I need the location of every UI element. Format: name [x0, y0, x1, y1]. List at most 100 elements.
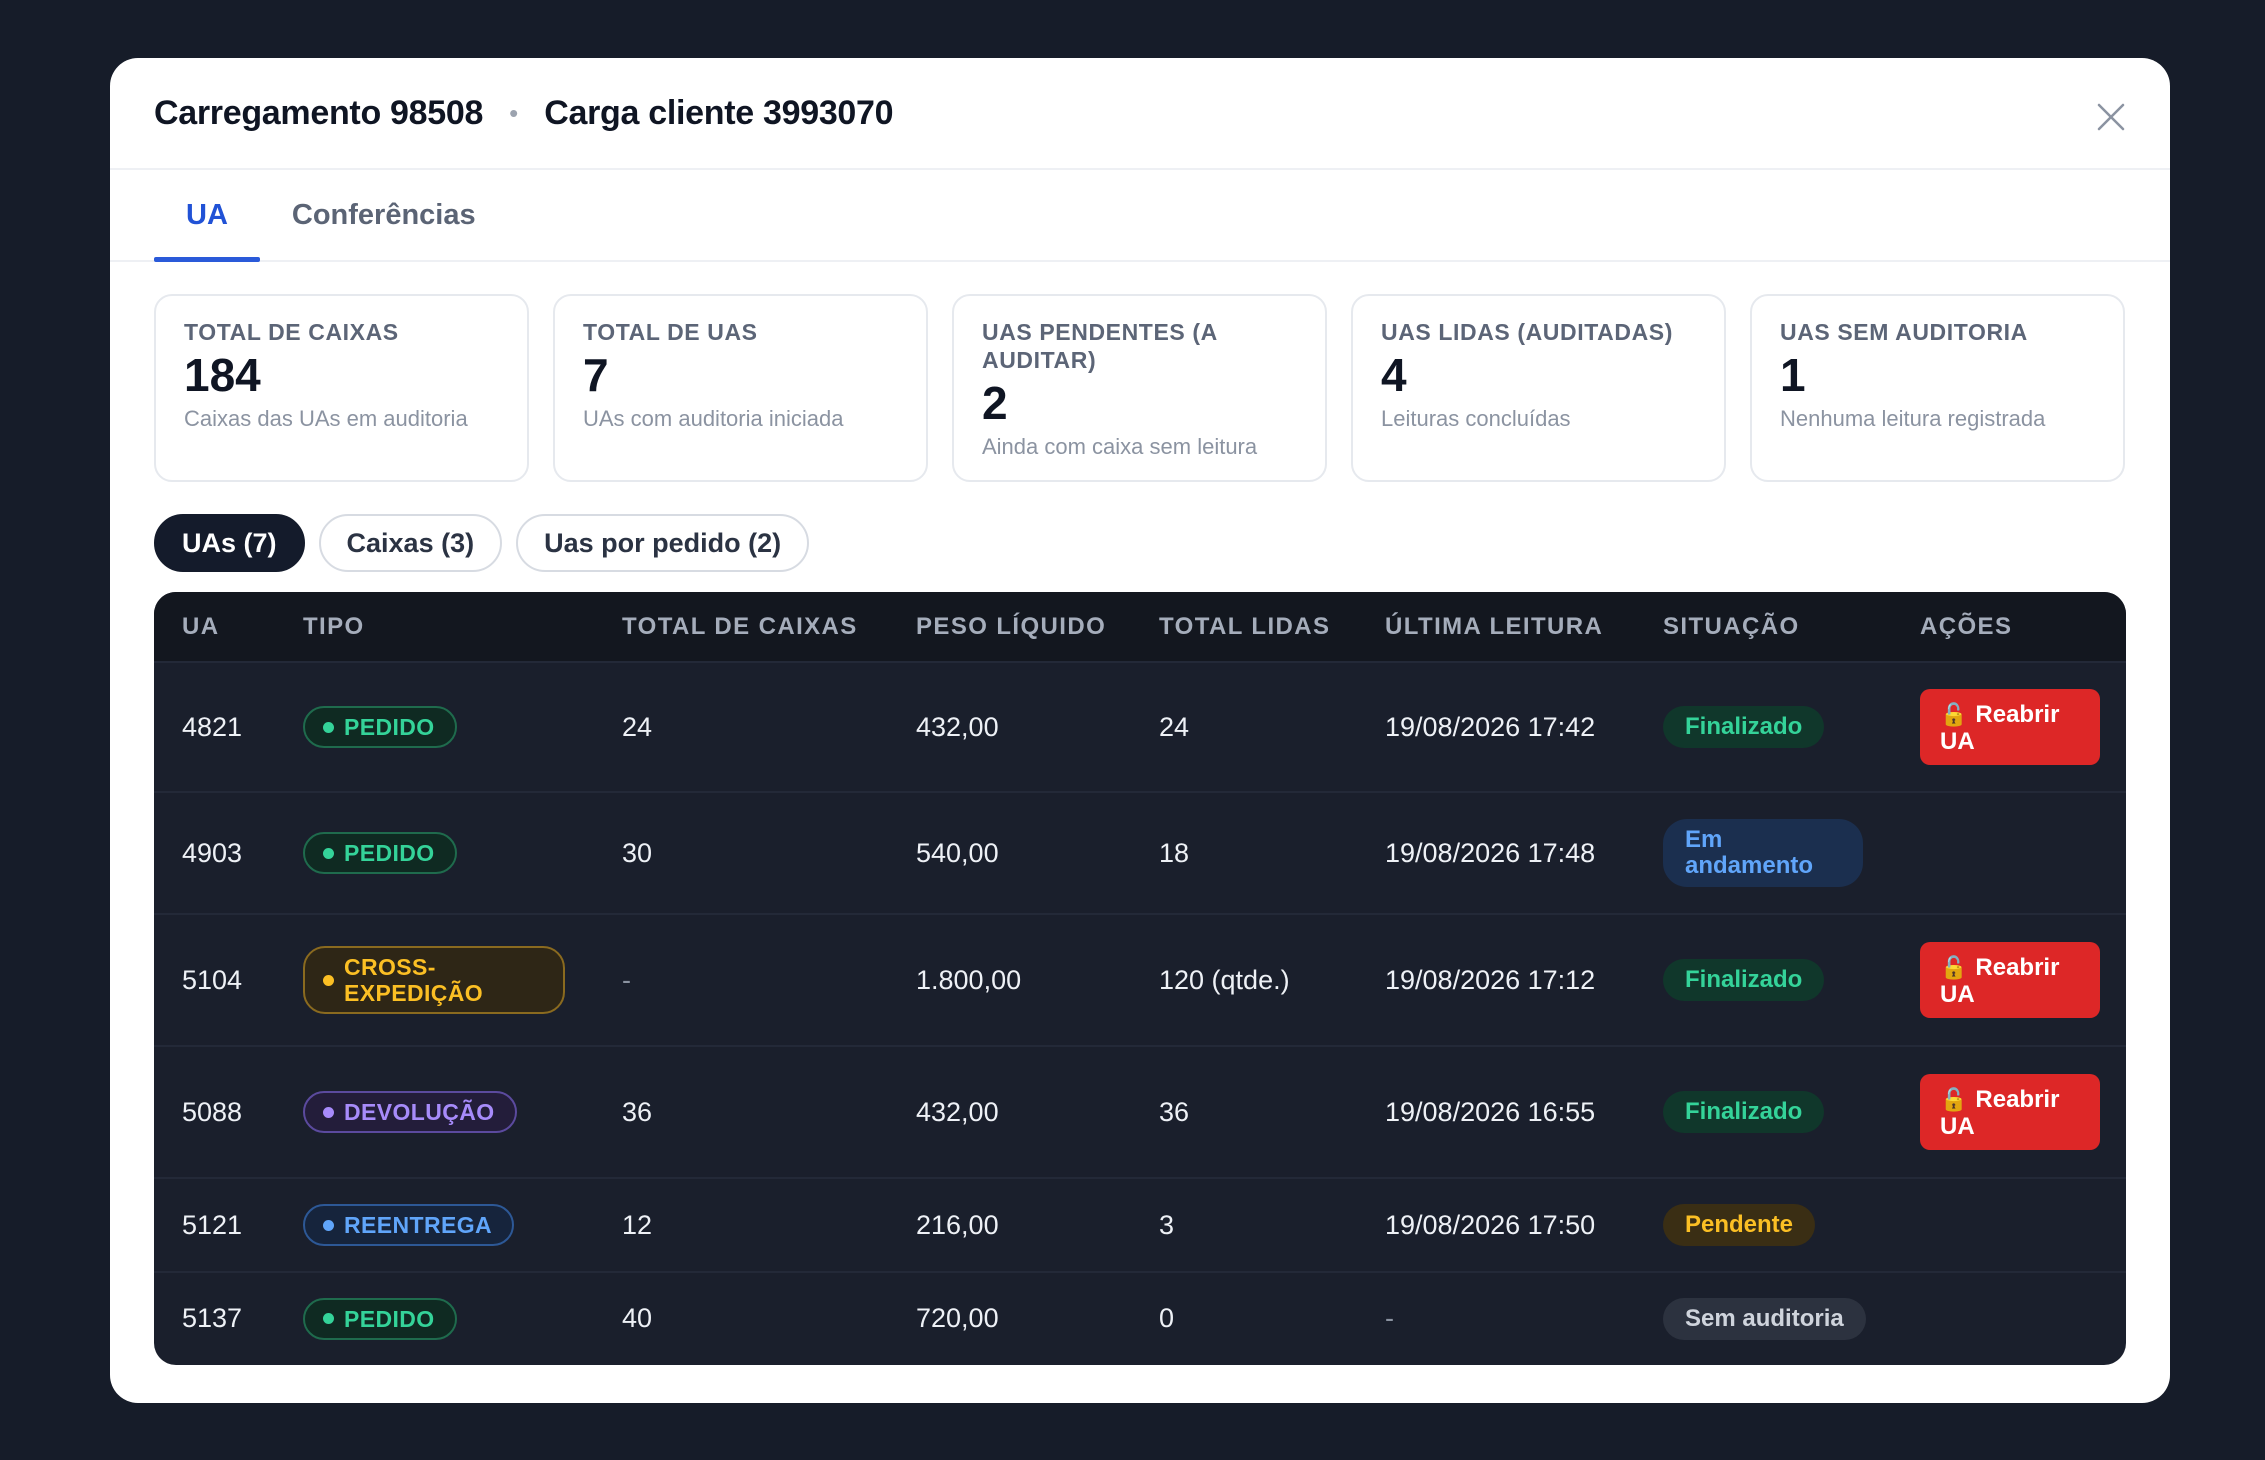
page-title-client-load: Carga cliente 3993070 [544, 93, 894, 132]
cell-situacao: Sem auditoria [1635, 1271, 1892, 1364]
column-header-acoes: AÇÕES [1892, 592, 2126, 662]
cell-ua: 5088 [154, 1045, 275, 1178]
cell-total-caixas: 36 [594, 1045, 888, 1178]
table-header-row: UA TIPO TOTAL DE CAIXAS PESO LÍQUIDO TOT… [154, 592, 2126, 662]
filter-pills: UAs (7) Caixas (3) Uas por pedido (2) [110, 482, 2170, 572]
cell-ultima-leitura: - [1357, 1271, 1635, 1364]
stat-card-uas-lidas: UAS LIDAS (AUDITADAS) 4 Leituras concluí… [1351, 294, 1726, 482]
cell-acoes: 🔓 Reabrir UA [1892, 913, 2126, 1046]
cell-ultima-leitura: 19/08/2026 17:48 [1357, 791, 1635, 914]
table-row[interactable]: 4821 PEDIDO 24 432,00 24 19/08/2026 17:4… [154, 661, 2126, 792]
table-row[interactable]: 5121 REENTREGA 12 216,00 3 19/08/2026 17… [154, 1177, 2126, 1272]
status-dot-icon [323, 1219, 334, 1231]
modal-header: Carregamento 98508 • Carga cliente 39930… [110, 58, 2170, 170]
stat-subtitle: Nenhuma leitura registrada [1780, 406, 2046, 431]
status-badge: Finalizado [1663, 706, 1825, 748]
column-header-situacao[interactable]: SITUAÇÃO [1635, 592, 1892, 662]
stat-subtitle: Leituras concluídas [1381, 406, 1571, 431]
cell-ultima-leitura: 19/08/2026 17:12 [1357, 913, 1635, 1046]
table-row[interactable]: 5088 DEVOLUÇÃO 36 432,00 36 19/08/2026 1… [154, 1045, 2126, 1178]
stat-subtitle: Ainda com caixa sem leitura [982, 434, 1258, 459]
cell-total-caixas: 24 [594, 661, 888, 792]
ua-table-container: UA TIPO TOTAL DE CAIXAS PESO LÍQUIDO TOT… [154, 592, 2126, 1365]
cell-ultima-leitura: 19/08/2026 16:55 [1357, 1045, 1635, 1178]
tipo-badge-label: PEDIDO [344, 840, 435, 866]
cell-situacao: Em andamento [1635, 791, 1892, 914]
cell-peso-liquido: 1.800,00 [888, 913, 1131, 1046]
stat-label: TOTAL DE UAS [583, 319, 758, 345]
table-row[interactable]: 4903 PEDIDO 30 540,00 18 19/08/2026 17:4… [154, 791, 2126, 914]
column-header-tipo[interactable]: TIPO [275, 592, 594, 662]
column-header-total-caixas[interactable]: TOTAL DE CAIXAS [594, 592, 888, 662]
cell-total-lidas: 0 [1131, 1271, 1357, 1364]
cell-ultima-leitura: 19/08/2026 17:50 [1357, 1177, 1635, 1272]
cell-ua: 5121 [154, 1177, 275, 1272]
stat-card-total-caixas: TOTAL DE CAIXAS 184 Caixas das UAs em au… [154, 294, 529, 482]
stat-value: 184 [184, 349, 261, 401]
tipo-badge: DEVOLUÇÃO [303, 1091, 517, 1133]
stat-card-uas-pendentes: UAS PENDENTES (A AUDITAR) 2 Ainda com ca… [952, 294, 1327, 482]
tipo-badge: PEDIDO [303, 1297, 457, 1340]
stat-label: UAS LIDAS (AUDITADAS) [1381, 319, 1673, 345]
reopen-ua-button[interactable]: 🔓 Reabrir UA [1920, 942, 2100, 1018]
reopen-ua-button[interactable]: 🔓 Reabrir UA [1920, 1074, 2100, 1150]
cell-acoes [1892, 791, 2126, 914]
status-dot-icon [323, 847, 334, 859]
stat-label: TOTAL DE CAIXAS [184, 319, 399, 345]
filter-caixas[interactable]: Caixas (3) [318, 514, 503, 572]
unlock-icon: 🔓 [1940, 1087, 1968, 1112]
reopen-ua-button[interactable]: 🔓 Reabrir UA [1920, 689, 2100, 765]
cell-tipo: REENTREGA [275, 1177, 594, 1272]
column-header-ultima-leitura[interactable]: ÚLTIMA LEITURA [1357, 592, 1635, 662]
status-badge: Sem auditoria [1663, 1297, 1866, 1340]
cell-acoes: 🔓 Reabrir UA [1892, 661, 2126, 792]
cell-peso-liquido: 432,00 [888, 1045, 1131, 1178]
tipo-badge-label: CROSS-EXPEDIÇÃO [344, 954, 484, 1006]
tab-ua[interactable]: UA [154, 199, 260, 262]
status-dot-icon [323, 721, 334, 733]
page-title-loading: Carregamento 98508 [154, 93, 484, 132]
tipo-badge-label: REENTREGA [344, 1212, 493, 1238]
close-icon [2097, 103, 2125, 131]
column-header-ua[interactable]: UA [154, 592, 275, 662]
status-dot-icon [323, 1106, 334, 1118]
cell-ua: 5104 [154, 913, 275, 1046]
filter-uas-por-pedido[interactable]: Uas por pedido (2) [516, 514, 810, 572]
stat-value: 1 [1780, 349, 1806, 401]
tipo-badge: CROSS-EXPEDIÇÃO [303, 946, 565, 1014]
stats-row: TOTAL DE CAIXAS 184 Caixas das UAs em au… [110, 262, 2170, 482]
cell-situacao: Pendente [1635, 1177, 1892, 1272]
cell-total-lidas: 18 [1131, 791, 1357, 914]
column-header-total-lidas[interactable]: TOTAL LIDAS [1131, 592, 1357, 662]
close-button[interactable] [2092, 98, 2130, 136]
stat-label: UAS PENDENTES (A AUDITAR) [982, 319, 1217, 373]
cell-ua: 4821 [154, 661, 275, 792]
stat-card-uas-sem-auditoria: UAS SEM AUDITORIA 1 Nenhuma leitura regi… [1750, 294, 2125, 482]
cell-total-caixas: 30 [594, 791, 888, 914]
stat-value: 2 [982, 377, 1008, 429]
cell-peso-liquido: 540,00 [888, 791, 1131, 914]
stat-label: UAS SEM AUDITORIA [1780, 319, 2028, 345]
cell-tipo: PEDIDO [275, 1271, 594, 1364]
filter-uas[interactable]: UAs (7) [154, 514, 305, 572]
status-badge: Pendente [1663, 1204, 1816, 1246]
tab-bar: UA Conferências [110, 170, 2170, 262]
column-header-peso-liquido[interactable]: PESO LÍQUIDO [888, 592, 1131, 662]
tipo-badge-label: DEVOLUÇÃO [344, 1099, 495, 1125]
stat-value: 7 [583, 349, 609, 401]
cell-ua: 4903 [154, 791, 275, 914]
table-row[interactable]: 5104 CROSS-EXPEDIÇÃO - 1.800,00 120 (qtd… [154, 913, 2126, 1046]
cell-total-lidas: 36 [1131, 1045, 1357, 1178]
cell-peso-liquido: 432,00 [888, 661, 1131, 792]
table-row[interactable]: 5137 PEDIDO 40 720,00 0 - Sem auditoria [154, 1271, 2126, 1364]
cell-acoes [1892, 1177, 2126, 1272]
cell-total-caixas: - [594, 913, 888, 1046]
cell-total-lidas: 120 (qtde.) [1131, 913, 1357, 1046]
stat-subtitle: Caixas das UAs em auditoria [184, 406, 468, 431]
unlock-icon: 🔓 [1940, 702, 1968, 727]
status-badge: Finalizado [1663, 1091, 1825, 1133]
cell-acoes [1892, 1271, 2126, 1364]
tab-conferencias[interactable]: Conferências [260, 199, 508, 260]
cell-situacao: Finalizado [1635, 661, 1892, 792]
status-badge: Finalizado [1663, 959, 1825, 1001]
